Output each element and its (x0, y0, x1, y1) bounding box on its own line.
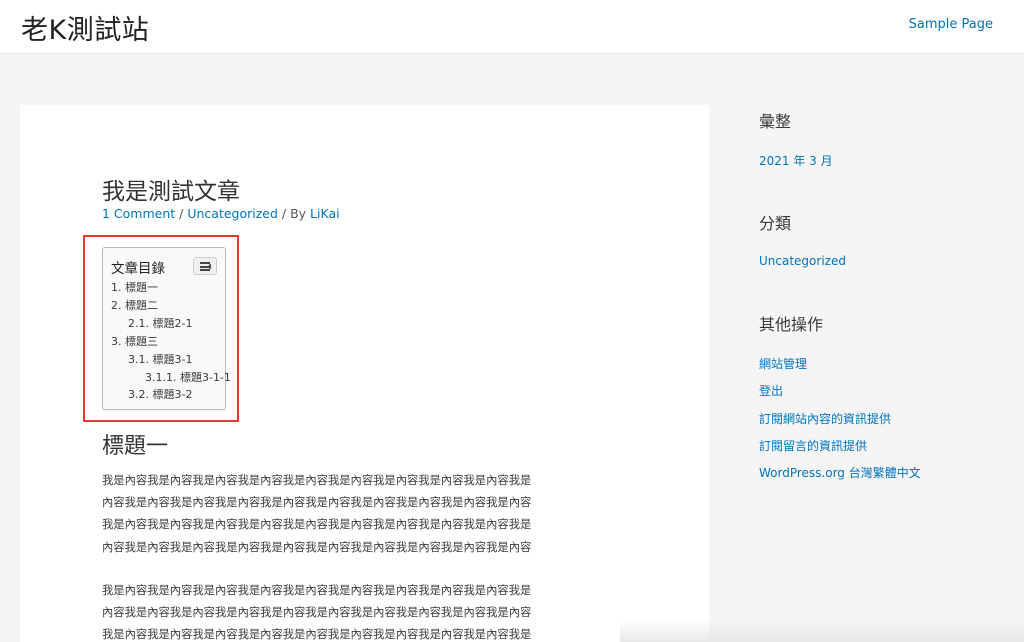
meta-widget-title: 其他操作 (759, 315, 824, 334)
toc-item[interactable]: 3.2. 標題3-2 (128, 386, 192, 402)
meta-link-wordpress-org[interactable]: WordPress.org 台灣繁體中文 (759, 464, 921, 481)
paragraph: 我是內容我是內容我是內容我是內容我是內容我是內容我是內容我是內容我是內容我是 內… (102, 470, 622, 559)
archives-widget-title: 彙整 (759, 112, 792, 131)
meta-link-site-admin[interactable]: 網站管理 (759, 355, 807, 372)
paragraph: 我是內容我是內容我是內容我是內容我是內容我是內容我是內容我是內容我是內容我是 內… (102, 580, 622, 642)
meta-link-comments-feed[interactable]: 訂閱留言的資訊提供 (759, 437, 867, 454)
meta-separator-by: / By (277, 206, 311, 221)
category-link[interactable]: Uncategorized (187, 206, 278, 221)
toc-toggle-button[interactable]: ⬍ (193, 257, 217, 275)
toc-item[interactable]: 2. 標題二 (111, 297, 158, 313)
paragraph-line: 我是內容我是內容我是內容我是內容我是內容我是內容我是內容我是內容我是內容我是 (102, 628, 532, 642)
paragraph-line: 我是內容我是內容我是內容我是內容我是內容我是內容我是內容我是內容我是內容我是 (102, 584, 532, 597)
categories-widget-title: 分類 (759, 214, 792, 233)
paragraph-line: 內容我是內容我是內容我是內容我是內容我是內容我是內容我是內容我是內容我是內容 (102, 496, 532, 510)
section-heading: 標題一 (102, 434, 169, 459)
toc-item[interactable]: 1. 標題一 (111, 279, 158, 295)
meta-link-entries-feed[interactable]: 訂閱網站內容的資訊提供 (759, 410, 891, 427)
meta-link-logout[interactable]: 登出 (759, 382, 783, 399)
meta-separator: / (175, 206, 188, 221)
article-container: 我是測試文章 1 Comment / Uncategorized / By Li… (20, 105, 709, 642)
paragraph-line: 內容我是內容我是內容我是內容我是內容我是內容我是內容我是內容我是內容我是內容 (102, 606, 532, 620)
toc-item[interactable]: 3.1.1. 標題3-1-1 (145, 369, 231, 385)
toc-item[interactable]: 3.1. 標題3-1 (128, 351, 192, 367)
paragraph-line: 我是內容我是內容我是內容我是內容我是內容我是內容我是內容我是內容我是內容我是 (102, 474, 532, 487)
archive-link[interactable]: 2021 年 3 月 (759, 152, 833, 169)
post-title: 我是測試文章 (102, 179, 240, 205)
post-meta: 1 Comment / Uncategorized / By LiKai (102, 206, 340, 221)
category-link[interactable]: Uncategorized (759, 254, 846, 268)
toc-title: 文章目錄 (111, 261, 165, 277)
toc-toggle-icon: ⬍ (207, 263, 213, 271)
nav-sample-page-link[interactable]: Sample Page (909, 17, 993, 32)
toc-item[interactable]: 3. 標題三 (111, 333, 158, 349)
toc-item[interactable]: 2.1. 標題2-1 (128, 315, 192, 331)
site-title[interactable]: 老K測試站 (21, 8, 149, 47)
paragraph-line: 我是內容我是內容我是內容我是內容我是內容我是內容我是內容我是內容我是內容我是 (102, 518, 532, 532)
table-of-contents: 文章目錄 ⬍ 1. 標題一 2. 標題二 2.1. 標題2-1 3. 標題三 3… (102, 247, 231, 410)
comments-link[interactable]: 1 Comment (102, 206, 175, 221)
paragraph-line: 內容我是內容我是內容我是內容我是內容我是內容我是內容我是內容我是內容我是內容 (102, 540, 532, 554)
site-header: 老K測試站 Sample Page (0, 0, 1024, 54)
author-link[interactable]: LiKai (310, 206, 340, 221)
